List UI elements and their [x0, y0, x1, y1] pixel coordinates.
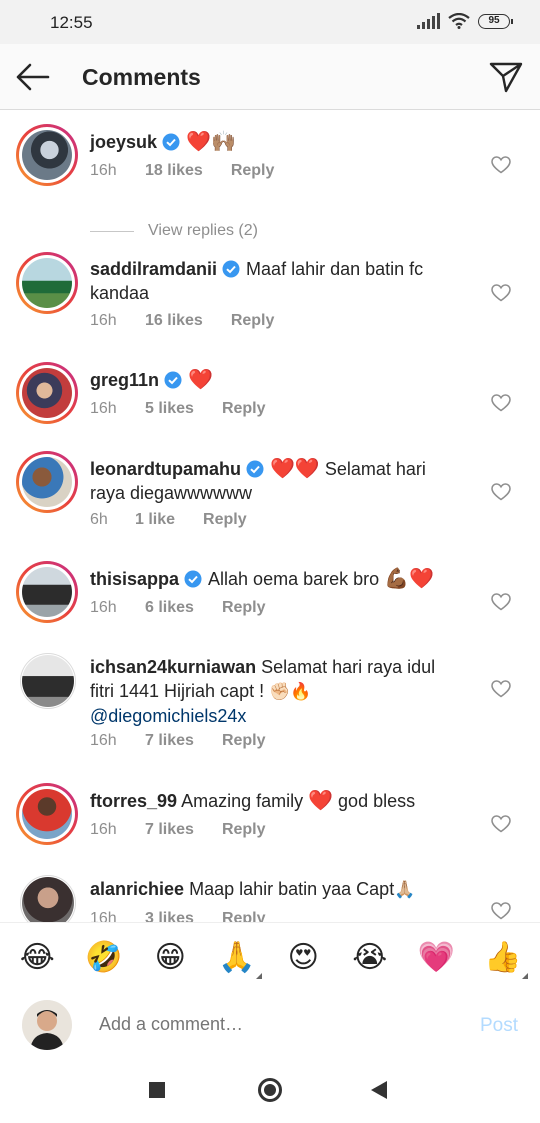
- heart-outline-icon[interactable]: [491, 815, 511, 833]
- verified-badge-icon: [246, 460, 264, 478]
- comment-time: 16h: [90, 312, 117, 329]
- emoji-rofl-button[interactable]: 🤣: [83, 940, 125, 975]
- heart-outline-icon[interactable]: [491, 902, 511, 920]
- reply-button[interactable]: Reply: [222, 400, 266, 418]
- emoji-sob-button[interactable]: 😭: [349, 940, 391, 975]
- comment-time: 16h: [90, 732, 117, 749]
- page-title: Comments: [82, 64, 201, 90]
- battery-indicator: 95: [478, 13, 513, 29]
- comment-time: 16h: [90, 910, 117, 922]
- status-time: 12:55: [50, 13, 93, 32]
- comment-mention[interactable]: @diegomichiels24x: [90, 706, 246, 726]
- reply-button[interactable]: Reply: [231, 312, 275, 330]
- avatar-image: [22, 1000, 72, 1050]
- comment-text: Amazing family: [181, 791, 304, 811]
- comment-text-2: god bless: [338, 791, 416, 811]
- comment-emoji: ❤️: [188, 367, 213, 391]
- quick-emoji-bar: 😂 🤣 😁 🙏 😍 😭 💗 👍: [0, 922, 540, 992]
- comment-composer: Post: [0, 992, 540, 1058]
- comment-likes[interactable]: 5 likes: [145, 400, 194, 418]
- verified-badge-icon: [164, 371, 182, 389]
- comment-likes[interactable]: 3 likes: [145, 910, 194, 922]
- view-replies-label: View replies (2): [148, 222, 258, 239]
- comment-likes[interactable]: 1 like: [135, 511, 175, 529]
- paper-plane-icon[interactable]: [488, 59, 524, 95]
- avatar[interactable]: [16, 124, 78, 186]
- comment-emoji: 🙏🏼: [394, 880, 416, 900]
- reply-button[interactable]: Reply: [222, 821, 266, 839]
- reply-button[interactable]: Reply: [222, 732, 266, 750]
- heart-outline-icon[interactable]: [491, 593, 511, 611]
- emoji-heart-eyes-button[interactable]: 😍: [282, 940, 324, 975]
- view-replies-button[interactable]: View replies (2): [90, 222, 258, 240]
- heart-outline-icon[interactable]: [491, 284, 511, 302]
- comment-input[interactable]: [99, 1014, 419, 1035]
- comment-emoji: ❤️: [308, 788, 334, 812]
- emoji-grin-button[interactable]: 😁: [149, 940, 191, 975]
- wifi-icon: [448, 13, 470, 29]
- emoji-pray-button[interactable]: 🙏: [216, 940, 262, 979]
- system-nav-bar: [0, 1058, 540, 1123]
- emoji-heart-button[interactable]: 💗: [415, 940, 457, 975]
- comment-likes[interactable]: 7 likes: [145, 821, 194, 839]
- post-button[interactable]: Post: [480, 1015, 518, 1037]
- arrow-left-icon[interactable]: [14, 61, 50, 93]
- avatar[interactable]: [16, 561, 78, 623]
- comment-username[interactable]: saddilramdanii: [90, 259, 217, 279]
- reply-button[interactable]: Reply: [231, 162, 275, 180]
- comment-username[interactable]: alanrichiee: [90, 879, 184, 899]
- avatar[interactable]: [20, 653, 76, 709]
- reply-button[interactable]: Reply: [222, 910, 266, 922]
- comment-username[interactable]: ichsan24kurniawan: [90, 657, 256, 677]
- home-icon[interactable]: [258, 1078, 282, 1102]
- verified-badge-icon: [222, 260, 240, 278]
- comment-text: Maap lahir batin yaa Capt: [189, 879, 395, 899]
- divider: [90, 230, 134, 232]
- app-header: Comments: [0, 44, 540, 110]
- comment-text: Allah oema barek bro: [208, 569, 380, 589]
- emoji-thumbs-up-button[interactable]: 👍: [482, 940, 528, 979]
- heart-outline-icon[interactable]: [491, 483, 511, 501]
- status-bar: 12:55 95: [0, 0, 540, 44]
- heart-outline-icon[interactable]: [491, 156, 511, 174]
- comment-time: 16h: [90, 821, 117, 838]
- comment-list[interactable]: joeysuk ❤️🙌🏽 16h 18 likes Reply View repl…: [0, 110, 540, 922]
- comment-likes[interactable]: 18 likes: [145, 162, 203, 180]
- comment-likes[interactable]: 6 likes: [145, 599, 194, 617]
- comment-emoji: ❤️❤️: [270, 456, 320, 480]
- heart-outline-icon[interactable]: [491, 394, 511, 412]
- reply-button[interactable]: Reply: [222, 599, 266, 617]
- comment-username[interactable]: ftorres_99: [90, 791, 177, 811]
- avatar[interactable]: [20, 875, 76, 922]
- comment-username[interactable]: greg11n: [90, 370, 159, 390]
- avatar[interactable]: [16, 252, 78, 314]
- comment-emoji: ❤️🙌🏽: [186, 129, 236, 153]
- comment-username[interactable]: leonardtupamahu: [90, 459, 241, 479]
- avatar[interactable]: [16, 362, 78, 424]
- heart-outline-icon[interactable]: [491, 680, 511, 698]
- recents-icon[interactable]: [149, 1082, 165, 1098]
- comment-emoji: 💪🏾❤️: [384, 566, 434, 590]
- comment-time: 16h: [90, 400, 117, 417]
- back-triangle-icon[interactable]: [371, 1081, 387, 1099]
- signal-icon: [417, 13, 440, 29]
- comment-time: 16h: [90, 599, 117, 616]
- comment-username[interactable]: joeysuk: [90, 132, 157, 152]
- avatar[interactable]: [16, 783, 78, 845]
- comment-username[interactable]: thisisappa: [90, 569, 179, 589]
- current-user-avatar: [22, 1000, 72, 1050]
- comment-time: 16h: [90, 162, 117, 179]
- comment-time: 6h: [90, 511, 108, 528]
- comment-likes[interactable]: 16 likes: [145, 312, 203, 330]
- verified-badge-icon: [184, 570, 202, 588]
- emoji-joy-button[interactable]: 😂: [16, 940, 58, 975]
- avatar[interactable]: [16, 451, 78, 513]
- comment-emoji: ✊🏻🔥: [269, 682, 312, 702]
- reply-button[interactable]: Reply: [203, 511, 247, 529]
- comment-likes[interactable]: 7 likes: [145, 732, 194, 750]
- verified-badge-icon: [162, 133, 180, 151]
